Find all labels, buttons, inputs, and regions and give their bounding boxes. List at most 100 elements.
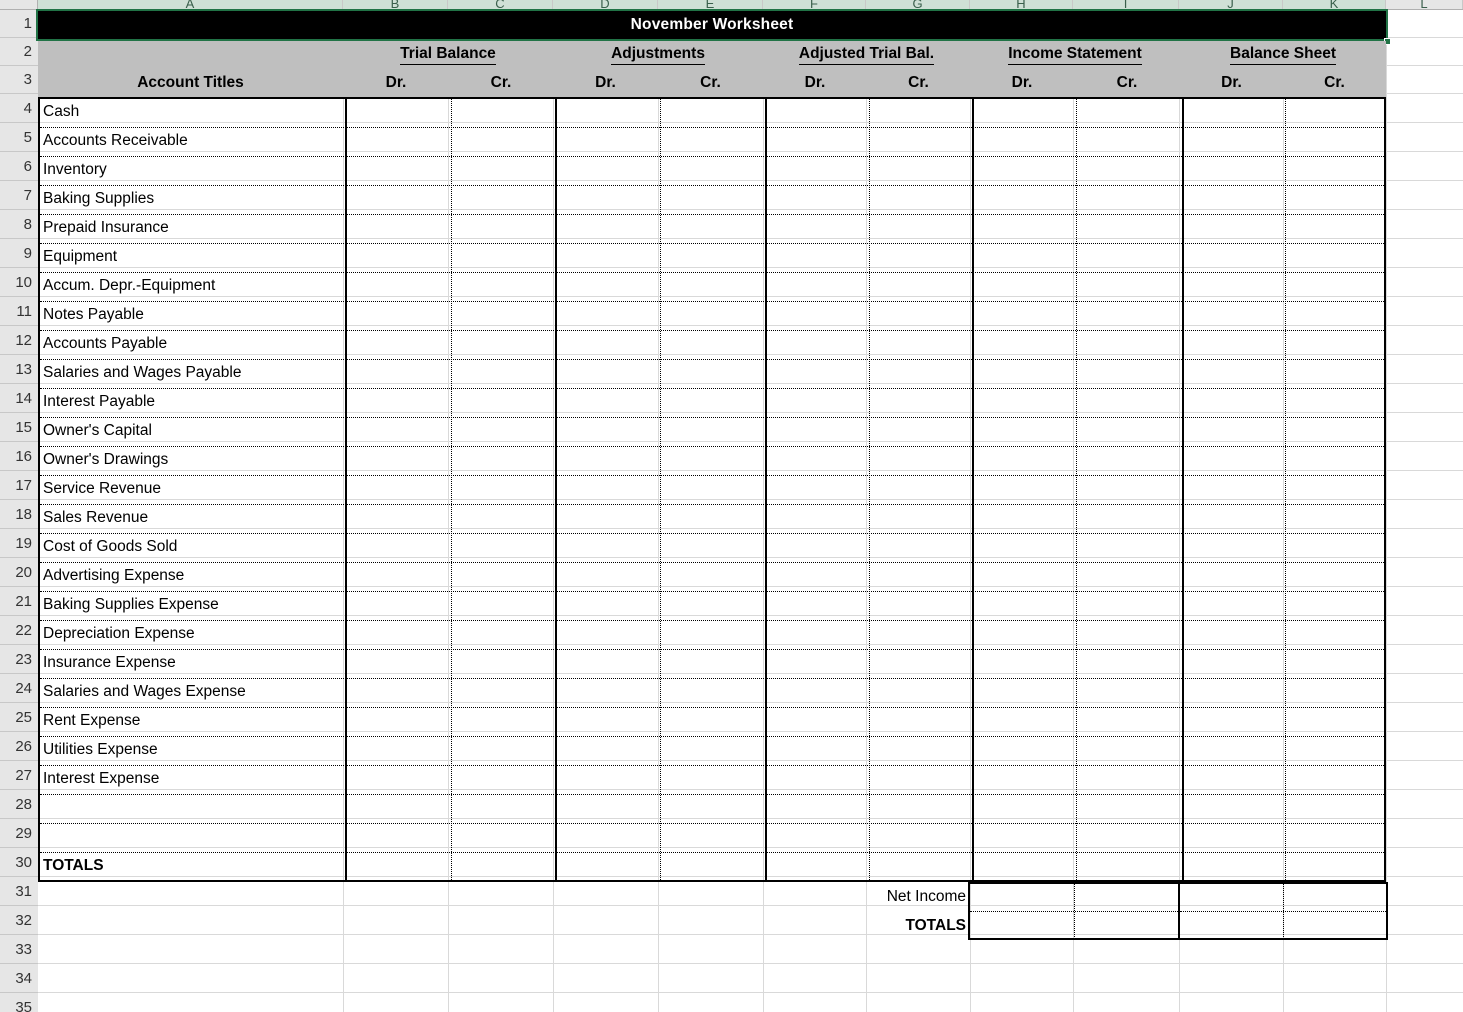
column-header-c[interactable]: C xyxy=(448,0,553,9)
dr-cr-divider-2 xyxy=(660,99,661,882)
row-header-6[interactable]: 6 xyxy=(0,152,38,181)
row-header-32[interactable]: 32 xyxy=(0,906,38,935)
row-header-33[interactable]: 33 xyxy=(0,935,38,964)
account-title-cell[interactable]: Accounts Receivable xyxy=(38,126,343,155)
spreadsheet-canvas[interactable]: ABCDEFGHIJKL 1 2 3 4 5 6 7 8 9 10 11 12 13 14 15 16 17 18… xyxy=(0,0,1463,1012)
header-dr-5: Dr. xyxy=(1221,74,1242,91)
header-group-4: Income Statement xyxy=(970,41,1180,69)
account-title-cell[interactable]: Cost of Goods Sold xyxy=(38,532,343,561)
group-divider-3 xyxy=(765,99,767,882)
account-title-cell[interactable]: Prepaid Insurance xyxy=(38,213,343,242)
row-header-17[interactable]: 17 xyxy=(0,471,38,500)
header-group-2: Adjustments xyxy=(553,41,763,69)
account-title-cell[interactable]: Salaries and Wages Expense xyxy=(38,677,343,706)
account-title-cell[interactable] xyxy=(38,822,343,851)
row-header-gutter[interactable]: 1 2 3 4 5 6 7 8 9 10 11 12 13 14 15 16 17 18 19 20 21 22 23 24 2… xyxy=(0,10,38,1012)
account-title-cell[interactable]: TOTALS xyxy=(38,851,343,880)
row-header-30[interactable]: 30 xyxy=(0,848,38,877)
row-header-3[interactable]: 3 xyxy=(0,66,38,94)
row-header-26[interactable]: 26 xyxy=(0,732,38,761)
header-group-1: Trial Balance xyxy=(343,41,553,69)
row-header-15[interactable]: 15 xyxy=(0,413,38,442)
row-header-7[interactable]: 7 xyxy=(0,181,38,210)
row-header-20[interactable]: 20 xyxy=(0,558,38,587)
row-header-14[interactable]: 14 xyxy=(0,384,38,413)
row-header-12[interactable]: 12 xyxy=(0,326,38,355)
row-header-16[interactable]: 16 xyxy=(0,442,38,471)
header-dr-4: Dr. xyxy=(1011,74,1033,91)
row-header-1[interactable]: 1 xyxy=(0,10,38,38)
row-header-8[interactable]: 8 xyxy=(0,210,38,239)
header-dr-1: Dr. xyxy=(385,74,407,91)
row-header-5[interactable]: 5 xyxy=(0,123,38,152)
account-title-cell[interactable]: Owner's Drawings xyxy=(38,445,343,474)
row-header-29[interactable]: 29 xyxy=(0,819,38,848)
row-header-27[interactable]: 27 xyxy=(0,761,38,790)
account-title-cell[interactable]: Insurance Expense xyxy=(38,648,343,677)
page-title: November Worksheet xyxy=(630,16,794,33)
account-title-cell[interactable]: Owner's Capital xyxy=(38,416,343,445)
column-header-strip[interactable]: ABCDEFGHIJKL xyxy=(0,0,1463,10)
account-title-cell[interactable]: Sales Revenue xyxy=(38,503,343,532)
row-header-11[interactable]: 11 xyxy=(0,297,38,326)
column-header-l[interactable]: L xyxy=(1386,0,1463,9)
group-divider-5 xyxy=(1182,99,1184,882)
row-header-31[interactable]: 31 xyxy=(0,877,38,906)
account-title-cell[interactable]: Accum. Depr.-Equipment xyxy=(38,271,343,300)
account-title-cell[interactable]: Baking Supplies xyxy=(38,184,343,213)
row-header-13[interactable]: 13 xyxy=(0,355,38,384)
group-divider-2 xyxy=(555,99,557,882)
account-title-cell[interactable]: Salaries and Wages Payable xyxy=(38,358,343,387)
header-cr-1: Cr. xyxy=(490,74,512,91)
account-title-cell[interactable]: Baking Supplies Expense xyxy=(38,590,343,619)
column-header-k[interactable]: K xyxy=(1283,0,1386,9)
row-header-28[interactable]: 28 xyxy=(0,790,38,819)
worksheet-title-cell[interactable]: November Worksheet xyxy=(38,11,1386,39)
income-statement-dr-cr-divider-bottom xyxy=(1074,883,1075,939)
account-title-cell[interactable]: Cash xyxy=(38,97,343,126)
row-header-35[interactable]: 35 xyxy=(0,993,38,1012)
header-dr-3: Dr. xyxy=(804,74,826,91)
grid-row xyxy=(38,964,1463,993)
column-header-a[interactable]: A xyxy=(38,0,343,9)
row-header-9[interactable]: 9 xyxy=(0,239,38,268)
account-title-cell[interactable] xyxy=(38,793,343,822)
header-cr-4: Cr. xyxy=(1116,74,1138,91)
account-title-cell[interactable]: Interest Payable xyxy=(38,387,343,416)
account-title-cell[interactable]: Service Revenue xyxy=(38,474,343,503)
column-header-f[interactable]: F xyxy=(763,0,866,9)
column-header-j[interactable]: J xyxy=(1179,0,1283,9)
row-header-22[interactable]: 22 xyxy=(0,616,38,645)
row-header-34[interactable]: 34 xyxy=(0,964,38,993)
account-title-cell[interactable]: Equipment xyxy=(38,242,343,271)
row-header-24[interactable]: 24 xyxy=(0,674,38,703)
account-title-cell[interactable]: Interest Expense xyxy=(38,764,343,793)
account-title-cell[interactable]: Utilities Expense xyxy=(38,735,343,764)
account-title-cell[interactable]: Rent Expense xyxy=(38,706,343,735)
dr-cr-divider-3 xyxy=(869,99,870,882)
row-header-25[interactable]: 25 xyxy=(0,703,38,732)
row-header-10[interactable]: 10 xyxy=(0,268,38,297)
column-header-i[interactable]: I xyxy=(1073,0,1179,9)
account-title-cell[interactable]: Notes Payable xyxy=(38,300,343,329)
account-title-cell[interactable]: Advertising Expense xyxy=(38,561,343,590)
row-header-21[interactable]: 21 xyxy=(0,587,38,616)
row-header-4[interactable]: 4 xyxy=(0,94,38,123)
row-header-23[interactable]: 23 xyxy=(0,645,38,674)
column-header-b[interactable]: B xyxy=(343,0,448,9)
column-header-h[interactable]: H xyxy=(970,0,1073,9)
header-group-3: Adjusted Trial Bal. xyxy=(763,41,970,69)
column-header-d[interactable]: D xyxy=(553,0,658,9)
account-title-cell[interactable]: Inventory xyxy=(38,155,343,184)
row-header-2[interactable]: 2 xyxy=(0,38,38,66)
row-header-19[interactable]: 19 xyxy=(0,529,38,558)
select-all-corner[interactable] xyxy=(0,0,38,9)
row-header-18[interactable]: 18 xyxy=(0,500,38,529)
account-title-cell[interactable]: Accounts Payable xyxy=(38,329,343,358)
table-header-block: Account Titles Trial Balance Dr. Cr. Adjustm… xyxy=(38,41,1386,97)
column-header-e[interactable]: E xyxy=(658,0,763,9)
grid-row xyxy=(38,993,1463,1012)
account-title-cell[interactable]: Depreciation Expense xyxy=(38,619,343,648)
dr-cr-divider-5 xyxy=(1285,99,1286,882)
column-header-g[interactable]: G xyxy=(866,0,970,9)
